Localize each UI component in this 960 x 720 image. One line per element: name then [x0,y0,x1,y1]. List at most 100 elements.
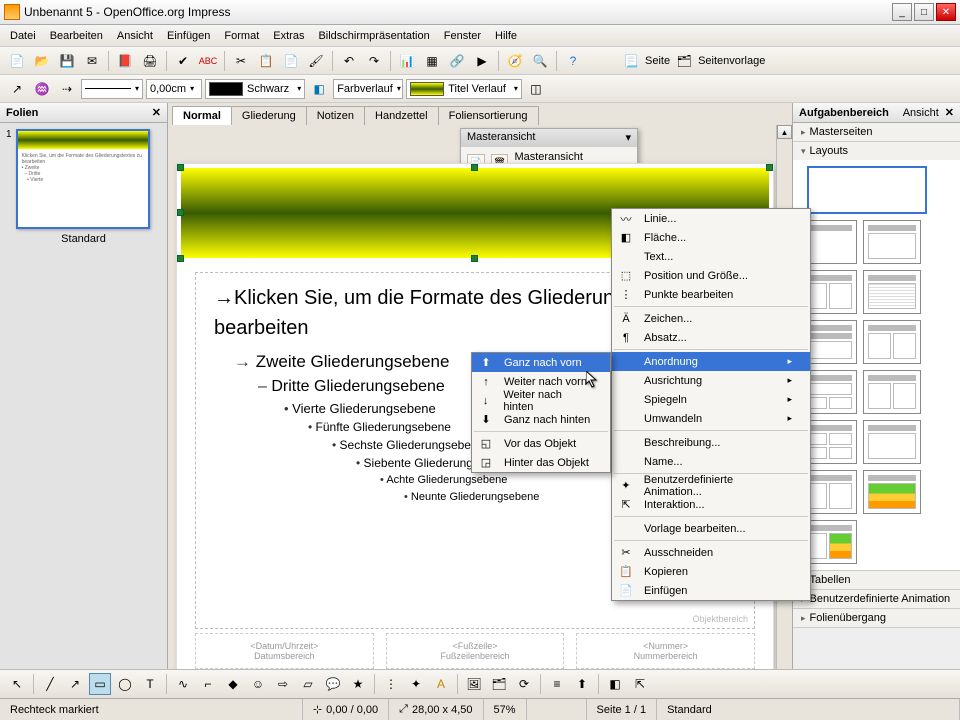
maximize-button[interactable]: □ [914,3,934,21]
arrange-submenu[interactable]: ⬆Ganz nach vorn ↑Weiter nach vorn ↓Weite… [471,352,611,473]
arrow-tool-icon[interactable]: ↗ [6,78,28,100]
copy-icon[interactable]: 📋 [255,50,277,72]
open-icon[interactable]: 📂 [31,50,53,72]
acc-tables[interactable]: Tabellen [793,571,960,589]
paste-icon[interactable]: 📄 [280,50,302,72]
shadow-icon[interactable]: ◫ [525,78,547,100]
select-tool-icon[interactable]: ↖ [6,673,28,695]
email-icon[interactable]: ✉ [81,50,103,72]
minimize-button[interactable]: _ [892,3,912,21]
callouts-icon[interactable]: 💬 [322,673,344,695]
layout-item[interactable] [863,270,921,314]
arrange-icon[interactable]: ⬆ [571,673,593,695]
slideshow-icon[interactable]: ▶ [471,50,493,72]
curve-icon[interactable]: ∿ [172,673,194,695]
cut-icon[interactable]: ✂ [230,50,252,72]
align-icon[interactable]: ≡ [546,673,568,695]
context-menu[interactable]: 〰Linie... ◧Fläche... Text... ⬚Position u… [611,208,811,601]
menu-extras[interactable]: Extras [267,28,310,44]
interaction-icon[interactable]: ⇱ [629,673,651,695]
slide-thumbnail[interactable]: Klicken Sie, um die Formate des Gliederu… [16,129,150,229]
line-style-dropdown[interactable]: ▾ [81,79,143,99]
help-icon[interactable]: ? [562,50,584,72]
menu-format[interactable]: Format [218,28,265,44]
date-placeholder[interactable]: <Datum/Uhrzeit>Datumsbereich [195,633,374,669]
ellipse-tool-icon[interactable]: ◯ [114,673,136,695]
points-tool-icon[interactable]: ⋮ [380,673,402,695]
fontwork-icon[interactable]: A [430,673,452,695]
redo-icon[interactable]: ↷ [363,50,385,72]
fill-gradient-dropdown[interactable]: Titel Verlauf▾ [406,79,522,99]
fill-type-dropdown[interactable]: Farbverlauf▾ [333,79,403,99]
layout-item[interactable] [863,420,921,464]
symbol-shapes-icon[interactable]: ☺ [247,673,269,695]
tab-normal[interactable]: Normal [172,106,232,125]
block-arrows-icon[interactable]: ⇨ [272,673,294,695]
pagestyle-icon[interactable]: 🗂 [673,50,695,72]
page-icon[interactable]: 📃 [620,50,642,72]
from-file-icon[interactable]: 🖼 [463,673,485,695]
close-button[interactable]: ✕ [936,3,956,21]
menu-datei[interactable]: Datei [4,28,42,44]
tasks-panel-close-icon[interactable]: ✕ [945,106,954,119]
acc-trans[interactable]: Folienübergang [793,609,960,627]
menu-praesentation[interactable]: Bildschirmpräsentation [312,28,435,44]
arrow-line-icon[interactable]: ↗ [64,673,86,695]
layout-blank[interactable] [807,166,927,214]
menu-fenster[interactable]: Fenster [438,28,487,44]
menu-bearbeiten[interactable]: Bearbeiten [44,28,109,44]
rotate-icon[interactable]: ⟳ [513,673,535,695]
slides-panel-close-icon[interactable]: ✕ [152,106,161,119]
line-color-dropdown[interactable]: Schwarz▾ [205,79,305,99]
menu-hilfe[interactable]: Hilfe [489,28,523,44]
hyperlink-icon[interactable]: 🔗 [446,50,468,72]
text-tool-icon[interactable]: T [139,673,161,695]
abc-icon[interactable]: ABC [197,50,219,72]
gallery-icon[interactable]: 🗂 [488,673,510,695]
masterview-dropdown-icon[interactable]: ▾ [625,131,631,145]
tab-handzettel[interactable]: Handzettel [364,106,439,125]
flowchart-icon[interactable]: ▱ [297,673,319,695]
gluepoints-icon[interactable]: ✦ [405,673,427,695]
menu-einfuegen[interactable]: Einfügen [161,28,216,44]
tab-gliederung[interactable]: Gliederung [231,106,307,125]
line-end-icon[interactable]: ⇢ [56,78,78,100]
app-icon [4,4,20,20]
tasks-view-link[interactable]: Ansicht [903,107,939,119]
zoom-icon[interactable]: 🔍 [529,50,551,72]
stars-icon[interactable]: ★ [347,673,369,695]
status-zoom[interactable]: 57% [484,699,527,720]
layout-item[interactable] [863,220,921,264]
table-icon[interactable]: ▦ [421,50,443,72]
new-icon[interactable]: 📄 [6,50,28,72]
print-icon[interactable]: 🖨 [139,50,161,72]
connector-icon[interactable]: ⌐ [197,673,219,695]
basic-shapes-icon[interactable]: ◆ [222,673,244,695]
layout-item[interactable] [863,370,921,414]
footer-placeholder[interactable]: <Fußzeile>Fußzeilenbereich [386,633,565,669]
line-width-field[interactable]: 0,00cm▾ [146,79,202,99]
acc-masterpages[interactable]: Masterseiten [793,123,960,141]
acc-anim[interactable]: Benutzerdefinierte Animation [793,590,960,608]
chart-icon[interactable]: 📊 [396,50,418,72]
position-icon: ⬚ [616,268,636,284]
layout-item[interactable] [863,470,921,514]
fill-icon[interactable]: ◧ [308,78,330,100]
number-placeholder[interactable]: <Nummer>Nummerbereich [576,633,755,669]
save-icon[interactable]: 💾 [56,50,78,72]
extrusion-icon[interactable]: ◧ [604,673,626,695]
acc-layouts[interactable]: Layouts [793,142,960,160]
menu-ansicht[interactable]: Ansicht [111,28,159,44]
navigator-icon[interactable]: 🧭 [504,50,526,72]
paint-bucket-icon[interactable]: ♒ [31,78,53,100]
tab-notizen[interactable]: Notizen [306,106,365,125]
undo-icon[interactable]: ↶ [338,50,360,72]
line-tool-icon[interactable]: ╱ [39,673,61,695]
layout-item[interactable] [863,320,921,364]
format-paint-icon[interactable]: 🖌 [305,50,327,72]
window-title: Unbenannt 5 - OpenOffice.org Impress [24,5,892,19]
tab-foliensortierung[interactable]: Foliensortierung [438,106,539,125]
rect-tool-icon[interactable]: ▭ [89,673,111,695]
pdf-icon[interactable]: 📕 [114,50,136,72]
spellcheck-icon[interactable]: ✔ [172,50,194,72]
